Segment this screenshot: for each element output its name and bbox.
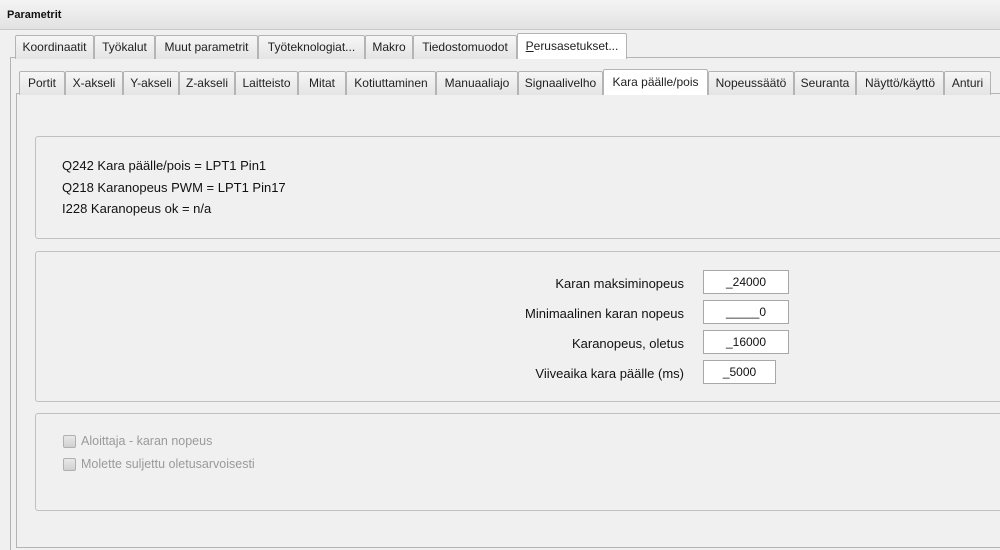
tab-tyokalut[interactable]: Työkalut: [94, 35, 155, 59]
tab-nopeussaato[interactable]: Nopeussäätö: [708, 71, 794, 95]
window-title: Parametrit: [7, 9, 62, 21]
min-speed-label: Minimaalinen karan nopeus: [525, 306, 684, 321]
max-speed-input[interactable]: _24000: [703, 270, 789, 294]
molette-closed-label: Molette suljettu oletusarvoisesti: [81, 457, 255, 471]
tab-manuaaliajo[interactable]: Manuaaliajo: [436, 71, 518, 95]
info-line-spindle-speed-ok: I228 Karanopeus ok = n/a: [62, 201, 212, 216]
window-titlebar: Parametrit: [0, 0, 1000, 30]
tab-perusasetukset-label: erusasetukset...: [533, 39, 619, 53]
tab-naytto-kaytto[interactable]: Näyttö/käyttö: [856, 71, 944, 95]
tab-kotiuttaminen[interactable]: Kotiuttaminen: [346, 71, 436, 95]
default-speed-input[interactable]: _16000: [703, 330, 789, 354]
tab-tiedostomuodot[interactable]: Tiedostomuodot: [413, 35, 517, 59]
tab-mitat[interactable]: Mitat: [298, 71, 346, 95]
starter-speed-label: Aloittaja - karan nopeus: [81, 434, 213, 448]
info-line-spindle-pwm: Q218 Karanopeus PWM = LPT1 Pin17: [62, 180, 286, 195]
info-line-spindle-on-off: Q242 Kara päälle/pois = LPT1 Pin1: [62, 158, 267, 173]
tab-makro[interactable]: Makro: [365, 35, 413, 59]
tab-anturi[interactable]: Anturi: [944, 71, 991, 95]
spindle-delay-input[interactable]: _5000: [703, 360, 776, 384]
tab-muut-parametrit[interactable]: Muut parametrit: [155, 35, 258, 59]
speed-settings-group: [35, 251, 1000, 402]
tab-perusasetukset[interactable]: Perusasetukset...: [517, 33, 627, 59]
tab-y-akseli[interactable]: Y-akseli: [123, 71, 179, 95]
tab-z-akseli[interactable]: Z-akseli: [179, 71, 235, 95]
max-speed-label: Karan maksiminopeus: [555, 276, 684, 291]
tab-tyoteknologiat[interactable]: Työteknologiat...: [258, 35, 365, 59]
tab-x-akseli[interactable]: X-akseli: [65, 71, 123, 95]
tab-perusasetukset-mnemonic: P: [525, 39, 534, 53]
tab-seuranta[interactable]: Seuranta: [794, 71, 856, 95]
min-speed-input[interactable]: _____0: [703, 300, 789, 324]
starter-speed-checkbox[interactable]: [63, 435, 76, 448]
spindle-delay-label: Viiveaika kara päälle (ms): [535, 366, 684, 381]
tab-laitteisto[interactable]: Laitteisto: [235, 71, 298, 95]
tab-koordinaatit[interactable]: Koordinaatit: [15, 35, 94, 59]
default-speed-label: Karanopeus, oletus: [571, 336, 684, 351]
tab-signaalivelho[interactable]: Signaalivelho: [518, 71, 603, 95]
tab-kara-paalle-pois[interactable]: Kara päälle/pois: [603, 69, 708, 95]
molette-closed-checkbox[interactable]: [63, 458, 76, 471]
tab-portit[interactable]: Portit: [19, 71, 65, 95]
